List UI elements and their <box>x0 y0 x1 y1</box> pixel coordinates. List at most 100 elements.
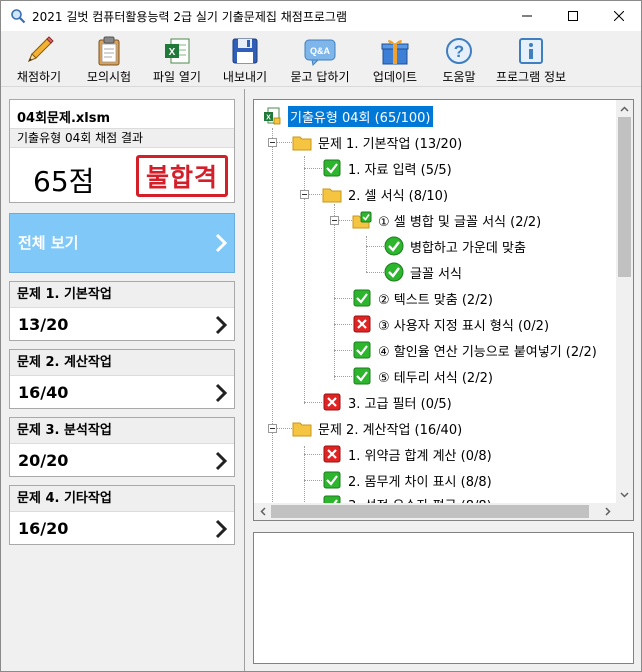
tree-node-label: ⑤ 테두리 서식 (2/2) <box>378 370 493 386</box>
collapse-toggle[interactable] <box>330 216 339 225</box>
clipboard-icon <box>98 36 120 65</box>
tree-node[interactable]: ② 텍스트 맞춤 (2/2) <box>352 286 493 310</box>
result-subtitle: 기출유형 04회 채점 결과 <box>10 128 234 148</box>
chevron-right-icon <box>215 315 228 335</box>
minimize-icon <box>522 15 532 17</box>
chevron-right-icon <box>215 451 228 471</box>
collapse-toggle[interactable] <box>300 190 309 199</box>
close-icon <box>614 11 624 21</box>
tree-node[interactable]: 글꼴 서식 <box>384 260 462 284</box>
category-title: 문제 1. 기본작업 <box>10 282 234 308</box>
window-title: 2021 길벗 컴퓨터활용능력 2급 실기 기출문제집 채점프로그램 <box>32 9 347 24</box>
detail-panel[interactable] <box>253 532 634 664</box>
tree-node[interactable]: 2. 몸무게 차이 표시 (8/8) <box>322 468 492 492</box>
scroll-left-button[interactable] <box>254 503 271 520</box>
category-card-2[interactable]: 문제 2. 계산작업 16/40 <box>9 349 235 409</box>
round-check-icon <box>384 236 404 256</box>
folder-check-icon <box>352 211 372 229</box>
tree-node-label: 문제 2. 계산작업 (16/40) <box>318 422 463 438</box>
tree-line <box>304 480 322 481</box>
tree-node[interactable]: 2. 셀 서식 (8/10) <box>322 182 448 206</box>
tree-node-label: 기출유형 04회 (65/100) <box>288 105 433 127</box>
qa-button[interactable]: Q&A 묻고 답하기 <box>285 33 355 85</box>
tree-viewport: X 기출유형 04회 (65/100) 문제 1. 기본작업 (13/20) 1… <box>254 100 616 503</box>
tree-line <box>366 236 367 272</box>
scroll-down-button[interactable] <box>616 486 633 503</box>
about-label: 프로그램 정보 <box>495 70 567 84</box>
category-card-1[interactable]: 문제 1. 기본작업 13/20 <box>9 281 235 341</box>
tree-node-label: 문제 1. 기본작업 (13/20) <box>318 136 463 152</box>
close-button[interactable] <box>596 1 642 31</box>
excel-file-icon: X <box>264 107 281 125</box>
tree-node-label: ④ 할인율 연산 기능으로 붙여넣기 (2/2) <box>378 344 597 360</box>
chevron-up-icon <box>620 105 629 112</box>
collapse-toggle[interactable] <box>268 424 277 433</box>
update-label: 업데이트 <box>372 70 418 84</box>
svg-text:X: X <box>266 115 271 122</box>
check-icon <box>323 495 341 503</box>
fail-stamp: 불합격 <box>136 155 228 197</box>
tree-node[interactable]: ① 셀 병합 및 글꼴 서식 (2/2) <box>352 208 541 232</box>
category-score: 13/20 <box>18 315 69 334</box>
tree-node-label: ③ 사용자 지정 표시 형식 (0/2) <box>378 318 550 334</box>
chevron-right-icon <box>604 507 611 516</box>
tree-node-label: 1. 자료 입력 (5/5) <box>348 162 452 178</box>
about-button[interactable]: 프로그램 정보 <box>491 33 571 85</box>
cross-icon <box>323 445 341 463</box>
round-check-icon <box>384 262 404 282</box>
chevron-left-icon <box>259 507 266 516</box>
excel-file-icon: X <box>165 38 190 63</box>
tree-node[interactable]: ⑤ 테두리 서식 (2/2) <box>352 364 493 388</box>
view-all-button[interactable]: 전체 보기 <box>9 213 235 273</box>
category-title: 문제 4. 기타작업 <box>10 486 234 512</box>
category-card-4[interactable]: 문제 4. 기타작업 16/20 <box>9 485 235 545</box>
tree-node-root[interactable]: X 기출유형 04회 (65/100) <box>262 104 433 128</box>
tree-node[interactable]: 1. 자료 입력 (5/5) <box>322 156 452 180</box>
folder-icon <box>292 136 312 151</box>
folder-icon <box>322 188 342 203</box>
minimize-button[interactable] <box>504 1 550 31</box>
magnifier-app-icon <box>11 9 26 24</box>
tree-node[interactable]: 병합하고 가운데 맞춤 <box>384 234 526 258</box>
help-question-icon: ? <box>446 37 472 64</box>
horizontal-scrollbar[interactable] <box>254 503 616 520</box>
right-panel: X 기출유형 04회 (65/100) 문제 1. 기본작업 (13/20) 1… <box>246 89 641 671</box>
tree-node[interactable]: 문제 1. 기본작업 (13/20) <box>292 130 462 154</box>
horizontal-scroll-thumb[interactable] <box>271 505 589 518</box>
vertical-scroll-thumb[interactable] <box>618 117 631 277</box>
category-title: 문제 2. 계산작업 <box>10 350 234 376</box>
toolbar: 채점하기 모의시험 X 파일 열기 내보내기 Q&A 묻고 답하기 업데이트 ?… <box>1 31 641 87</box>
chevron-right-icon <box>215 233 228 253</box>
export-button[interactable]: 내보내기 <box>217 33 273 85</box>
help-label: 도움말 <box>442 70 476 84</box>
check-icon <box>323 159 341 177</box>
info-icon <box>519 37 543 64</box>
grade-button[interactable]: 채점하기 <box>11 33 67 85</box>
tree-node[interactable]: 3. 고급 필터 (0/5) <box>322 390 452 414</box>
scroll-right-button[interactable] <box>599 503 616 520</box>
mock-exam-button[interactable]: 모의시험 <box>81 33 137 85</box>
tree-node[interactable]: 1. 위약금 합계 계산 (0/8) <box>322 442 492 466</box>
tree-node[interactable]: ③ 사용자 지정 표시 형식 (0/2) <box>352 312 549 336</box>
open-file-button[interactable]: X 파일 열기 <box>147 33 207 85</box>
result-tree[interactable]: X 기출유형 04회 (65/100) 문제 1. 기본작업 (13/20) 1… <box>253 99 634 521</box>
help-button[interactable]: ? 도움말 <box>435 33 483 85</box>
view-all-label: 전체 보기 <box>18 234 79 252</box>
category-card-3[interactable]: 문제 3. 분석작업 20/20 <box>9 417 235 477</box>
floppy-disk-icon <box>232 38 258 63</box>
category-title: 문제 3. 분석작업 <box>10 418 234 444</box>
maximize-button[interactable] <box>550 1 596 31</box>
category-score: 20/20 <box>18 451 69 470</box>
tree-line <box>304 402 322 403</box>
tree-node[interactable]: 3. 성적 우수자 평균 (8/8) <box>322 492 492 503</box>
tree-node[interactable]: 문제 2. 계산작업 (16/40) <box>292 416 462 440</box>
tree-line <box>366 246 384 247</box>
tree-node[interactable]: ④ 할인율 연산 기능으로 붙여넣기 (2/2) <box>352 338 597 362</box>
scroll-up-button[interactable] <box>616 100 633 117</box>
check-icon <box>353 367 371 385</box>
update-button[interactable]: 업데이트 <box>367 33 423 85</box>
category-score: 16/20 <box>18 519 69 538</box>
collapse-toggle[interactable] <box>268 138 277 147</box>
vertical-scrollbar[interactable] <box>616 100 633 503</box>
tree-line <box>272 128 273 503</box>
